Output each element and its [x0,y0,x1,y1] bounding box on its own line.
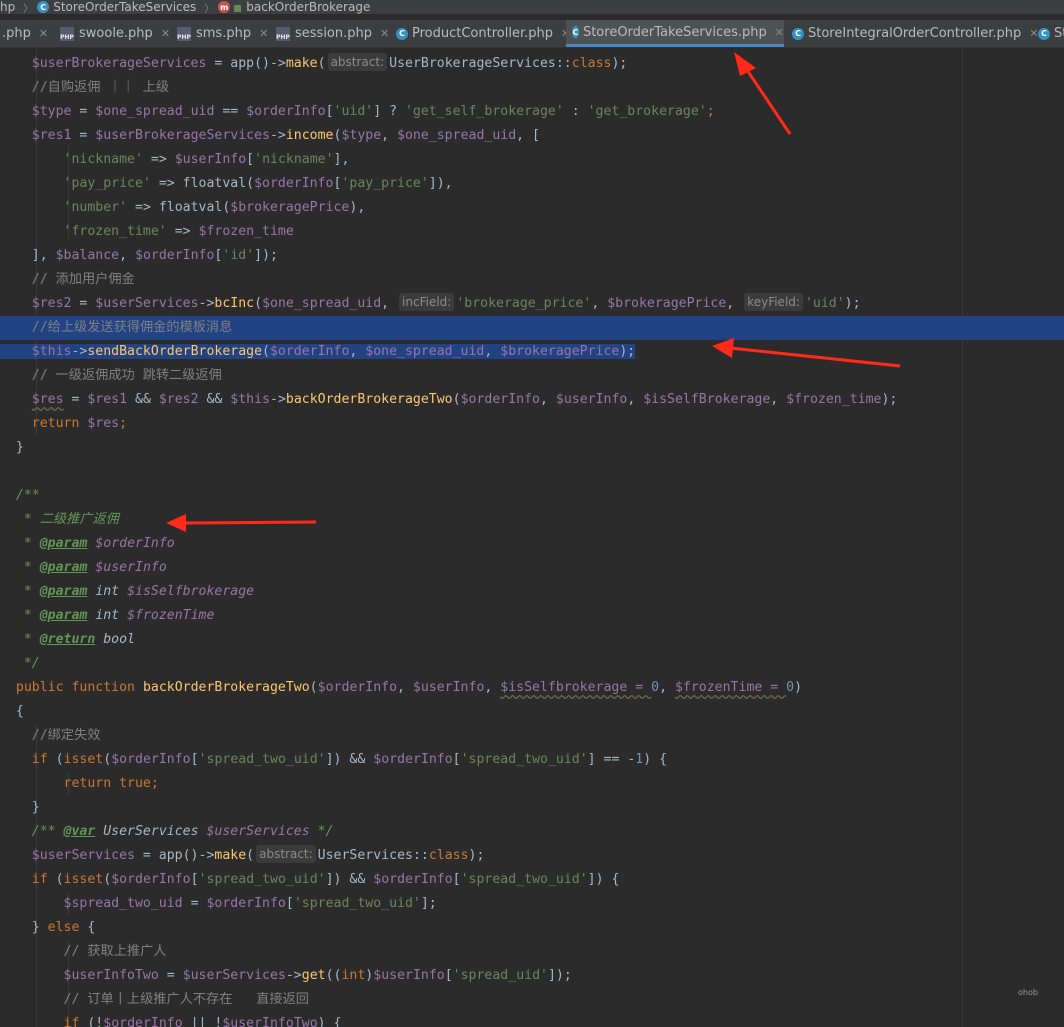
tab-store-order-take-services[interactable]: C StoreOrderTakeServices.php ✕ [566,20,784,47]
code-line[interactable]: // 一级返佣成功 跳转二级返佣 [0,364,1064,388]
breadcrumb-item-method[interactable]: m backOrderBrokerage [218,0,370,14]
class-icon: C [792,27,804,40]
code-line[interactable]: $type = $one_spread_uid == $orderInfo['u… [0,100,1064,124]
class-icon: C [37,1,50,13]
code-line[interactable]: $res = $res1 && $res2 && $this->backOrde… [0,388,1064,412]
tab-swoole[interactable]: PHP swoole.php ✕ [54,20,170,47]
code-line[interactable]: if (isset($orderInfo['spread_two_uid']) … [0,868,1064,892]
parameter-hint: abstract: [256,845,316,863]
code-line[interactable]: ], $balance, $orderInfo['id']); [0,244,1064,268]
code-line[interactable]: // 订单丨上级推广人不存在 直接返回 [0,988,1064,1012]
code-line[interactable]: /** @var UserServices $userServices */ [0,820,1064,844]
code-line[interactable]: } else { [0,916,1064,940]
code-line[interactable]: } [0,796,1064,820]
parameter-hint: incField: [399,293,455,311]
editor-tab-bar: .php ✕ PHP swoole.php ✕ PHP sms.php ✕ PHP sess… [0,20,1064,48]
chevron-right-icon: 〉 [204,3,215,15]
tab-session[interactable]: PHP session.php ✕ [270,20,389,47]
close-icon[interactable]: ✕ [39,27,48,40]
code-line[interactable]: 'frozen_time' => $frozen_time [0,220,1064,244]
code-line[interactable]: 'pay_price' => floatval($orderInfo['pay_… [0,172,1064,196]
code-line-selected[interactable]: //给上级发送获得佣金的模板消息 [0,316,1064,340]
parameter-hint: keyField: [744,293,803,311]
breadcrumb-item-project[interactable]: hp [0,0,15,14]
breadcrumb: hp 〉 C StoreOrderTakeServices 〉 m backOrde… [0,0,1064,14]
code-line[interactable]: */ [0,652,1064,676]
code-line-selected[interactable]: $this->sendBackOrderBrokerage($orderInfo… [0,340,1064,364]
class-icon: C [572,26,579,38]
code-line[interactable]: 'number' => floatval($brokeragePrice), [0,196,1064,220]
code-editor[interactable]: $userBrokerageServices = app()->make(abs… [0,48,1064,1027]
code-line[interactable]: if (isset($orderInfo['spread_two_uid']) … [0,748,1064,772]
close-icon[interactable]: ✕ [161,27,170,40]
lock-icon [234,4,242,12]
parameter-hint: abstract: [327,53,388,71]
code-line[interactable]: $res1 = $userBrokerageServices->income($… [0,124,1064,148]
tab-php[interactable]: .php ✕ [0,20,48,47]
code-line[interactable]: $res2 = $userServices->bcInc($one_spread… [0,292,1064,316]
php-file-icon: PHP [276,26,290,41]
tab-product-controller[interactable]: CProductController.php✕ [390,20,570,47]
code-line[interactable]: 'nickname' => $userInfo['nickname'], [0,148,1064,172]
code-line[interactable]: * 二级推广返佣 [0,508,1064,532]
code-line[interactable]: /** [0,484,1064,508]
code-line[interactable]: * @param int $isSelfbrokerage [0,580,1064,604]
code-line[interactable]: * @param $userInfo [0,556,1064,580]
breadcrumb-item-class[interactable]: C StoreOrderTakeServices [37,0,196,14]
close-icon[interactable]: ✕ [380,27,389,40]
code-line[interactable]: return true; [0,772,1064,796]
method-icon: m [218,1,231,13]
close-icon[interactable]: ✕ [259,27,268,40]
tab-overflow[interactable]: CSt [1032,20,1064,47]
code-line[interactable]: $userServices = app()->make(abstract: Use… [0,844,1064,868]
code-line[interactable]: $userInfoTwo = $userServices->get((int)$… [0,964,1064,988]
code-line[interactable]: // 添加用户佣金 [0,268,1064,292]
code-line[interactable]: public function backOrderBrokerageTwo($o… [0,676,1064,700]
chevron-right-icon: 〉 [23,3,34,15]
code-line[interactable]: return $res; [0,412,1064,436]
code-line[interactable]: $spread_two_uid = $orderInfo['spread_two… [0,892,1064,916]
code-line[interactable]: * @param $orderInfo [0,532,1064,556]
code-line[interactable]: * @param int $frozenTime [0,604,1064,628]
code-line[interactable]: * @return bool [0,628,1064,652]
class-icon: C [396,27,408,40]
php-file-icon: PHP [177,26,191,41]
code-line[interactable]: } [0,436,1064,460]
code-line[interactable]: //绑定失效 [0,724,1064,748]
code-line[interactable]: if (!$orderInfo || !$userInfoTwo) { [0,1012,1064,1027]
tab-sms[interactable]: PHP sms.php ✕ [171,20,268,47]
tab-store-integral-order-controller[interactable]: C StoreIntegralOrderController.php ✕ [786,20,1039,47]
php-file-icon: PHP [60,26,74,41]
watermark: ohob [1018,988,1038,997]
code-line[interactable]: $userBrokerageServices = app()->make(abs… [0,52,1064,76]
code-line[interactable]: // 获取上推广人 [0,940,1064,964]
code-line[interactable]: //自购返佣 ｜｜ 上级 [0,76,1064,100]
code-line[interactable]: { [0,700,1064,724]
class-icon: C [1038,27,1050,40]
close-icon[interactable]: ✕ [775,26,784,39]
